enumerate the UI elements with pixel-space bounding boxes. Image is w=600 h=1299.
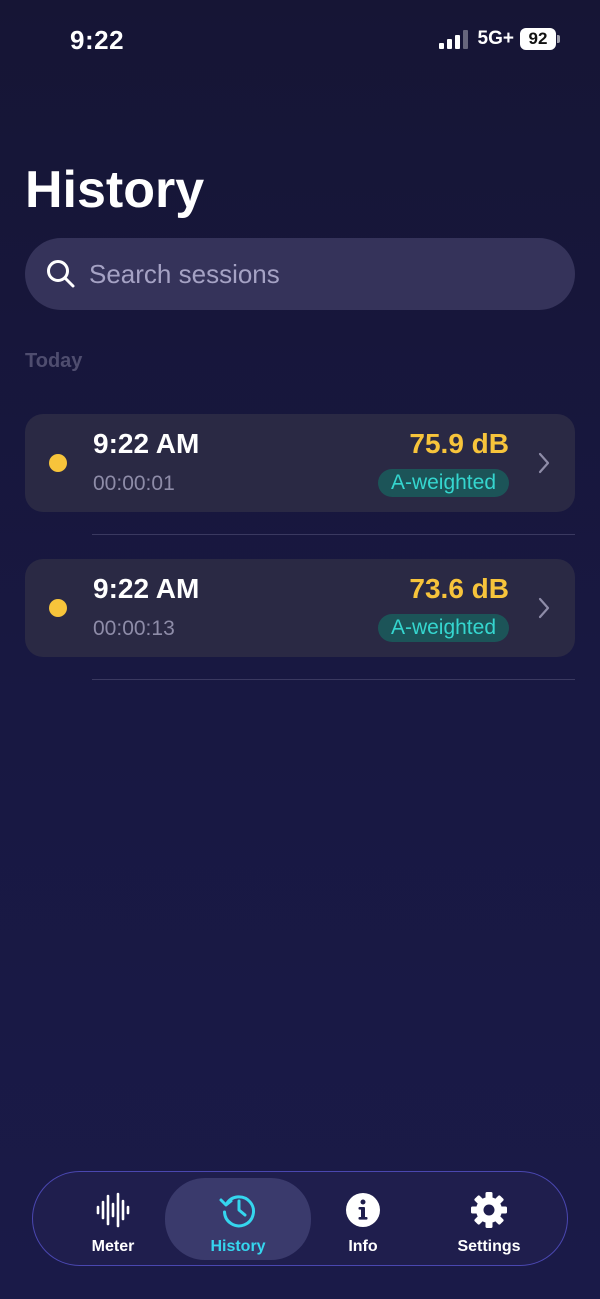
tab-info[interactable]: Info (321, 1178, 405, 1260)
session-time: 9:22 AM (93, 573, 200, 604)
session-time: 9:22 AM (93, 428, 200, 459)
session-level: 73.6 dB (409, 573, 509, 604)
list-divider (92, 534, 575, 535)
session-card[interactable]: 9:22 AM 00:00:01 75.9 dB A-weighted (25, 414, 575, 512)
list-divider (92, 679, 575, 680)
weighting-badge: A-weighted (377, 469, 509, 497)
status-time: 9:22 (70, 25, 125, 55)
weighting-badge: A-weighted (377, 614, 509, 642)
session-card[interactable]: 9:22 AM 00:00:13 73.6 dB A-weighted (25, 559, 575, 657)
session-duration: 00:00:13 (93, 617, 175, 640)
session-duration: 00:00:01 (93, 472, 175, 495)
chevron-right-icon (538, 597, 550, 619)
session-level: 75.9 dB (409, 428, 509, 459)
search-icon (47, 260, 75, 288)
level-indicator-dot (49, 599, 67, 617)
battery-icon: 92 (520, 28, 560, 50)
search-bar[interactable] (25, 238, 575, 310)
tab-history[interactable]: History (165, 1178, 311, 1260)
status-indicators: 5G+ 92 (438, 28, 560, 50)
tab-meter[interactable]: Meter (71, 1178, 155, 1260)
status-bar: 9:22 5G+ 92 (0, 0, 600, 80)
tab-settings[interactable]: Settings (437, 1178, 541, 1260)
chevron-right-icon (538, 452, 550, 474)
page-title: History (25, 161, 205, 219)
info-icon (346, 1193, 380, 1227)
section-label-today: Today (25, 350, 83, 372)
cellular-signal-icon (438, 29, 468, 49)
search-input[interactable] (89, 258, 549, 290)
history-clock-icon (219, 1195, 255, 1228)
battery-cap (557, 35, 560, 43)
network-type: 5G+ (477, 28, 514, 49)
waveform-icon (96, 1192, 130, 1228)
level-indicator-dot (49, 454, 67, 472)
tab-label: History (210, 1238, 266, 1255)
tab-label: Info (348, 1238, 378, 1255)
gear-icon (471, 1192, 507, 1228)
tab-label: Settings (457, 1238, 521, 1255)
battery-level: 92 (520, 28, 556, 50)
tab-label: Meter (91, 1238, 135, 1255)
tab-bar: Meter History Info Settings (32, 1171, 568, 1266)
